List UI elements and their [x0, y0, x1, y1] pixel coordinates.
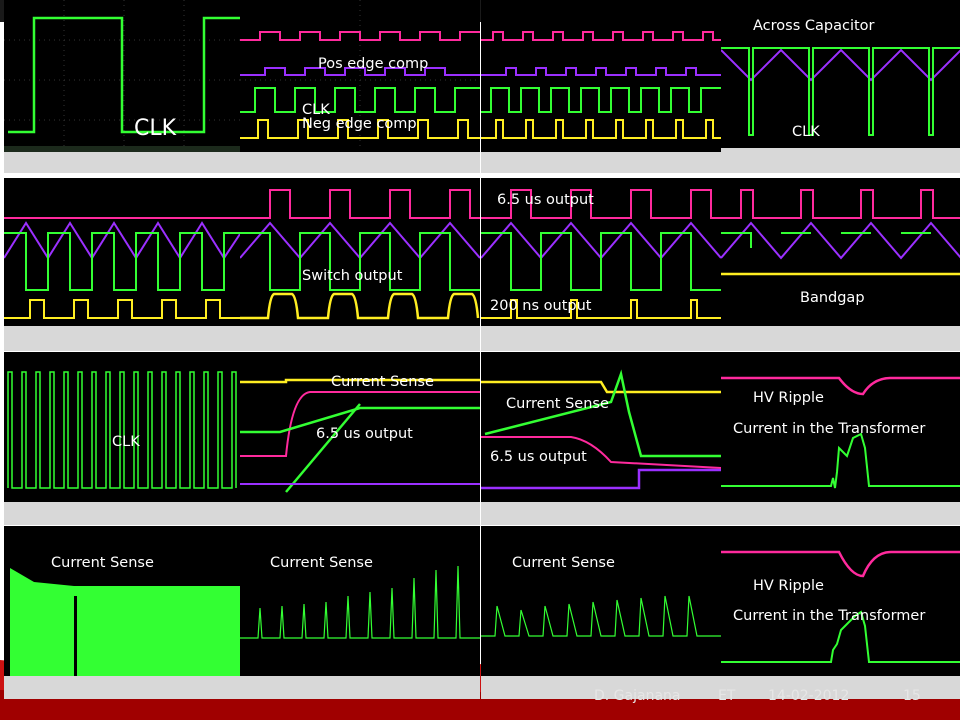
scope-panel-triangle-clk [4, 178, 244, 351]
scope-panel-current-sense-spikes-1 [240, 526, 480, 699]
label-across-capacitor: Across Capacitor [753, 18, 875, 34]
label-65us-output-panel10: 6.5 us output [316, 426, 413, 442]
scope-panel-hv-ripple-1 [721, 352, 960, 525]
label-clk-panel4: CLK [792, 124, 820, 140]
scope-panel-current-sense-step [481, 352, 721, 525]
grid [4, 0, 244, 150]
label-current-transformer-panel12: Current in the Transformer [733, 421, 926, 437]
scope-panel-edge-traces [481, 0, 721, 173]
label-current-sense-panel15: Current Sense [512, 555, 615, 571]
label-hv-ripple-panel16: HV Ripple [753, 578, 824, 594]
label-65us-output-panel7: 6.5 us output [497, 192, 594, 208]
label-hv-ripple-panel12: HV Ripple [753, 390, 824, 406]
label-65us-output-panel11: 6.5 us output [490, 449, 587, 465]
label-pos-edge-comp: Pos edge comp [318, 56, 429, 72]
label-current-sense-panel10: Current Sense [331, 374, 434, 390]
scope-panel-switch-output [240, 178, 480, 351]
label-clk-big: CLK [134, 116, 177, 141]
label-switch-output: Switch output [302, 268, 403, 284]
label-current-transformer-panel16: Current in the Transformer [733, 608, 926, 624]
footer-page-number: 15 [903, 688, 921, 704]
label-bandgap: Bandgap [800, 290, 865, 306]
scope-panel-clk [4, 0, 244, 173]
scope-panel-edge-comp [240, 0, 480, 173]
label-neg-edge-comp: Neg edge comp [302, 116, 417, 132]
footer-org: ET [718, 688, 736, 704]
softkey-bar [4, 152, 244, 173]
footer-date: 14-02-2012 [768, 688, 850, 704]
scope-panel-bandgap [721, 178, 960, 351]
label-current-sense-panel11: Current Sense [506, 396, 609, 412]
scope-panel-current-sense-spikes-2 [481, 526, 721, 699]
label-200ns-output: 200 ns output [490, 298, 592, 314]
label-current-sense-panel14: Current Sense [270, 555, 373, 571]
footer-author: D. Gajanana [594, 688, 681, 704]
label-current-sense-panel13: Current Sense [51, 555, 154, 571]
clk-trace [8, 16, 244, 134]
label-clk-panel9: CLK [112, 434, 140, 450]
scope-panel-current-sense-burst [4, 526, 244, 699]
